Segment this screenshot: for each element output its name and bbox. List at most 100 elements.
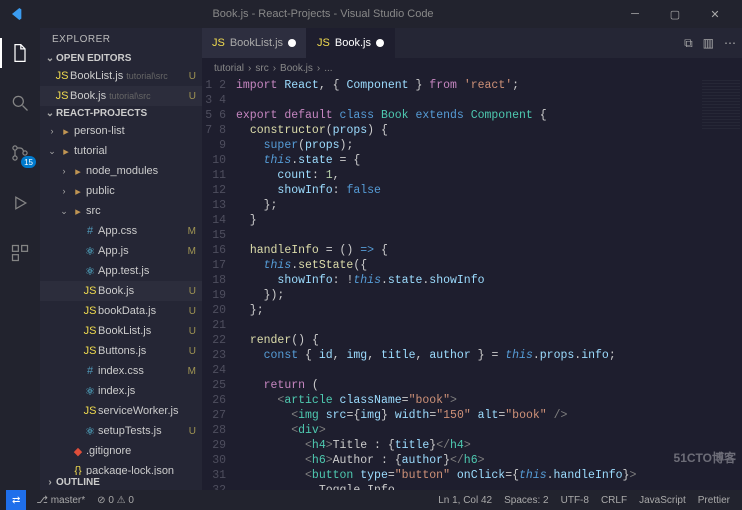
file-item[interactable]: JSButtons.jsU [40,341,202,361]
folder-item[interactable]: ⌄▸src [40,201,202,221]
compare-icon[interactable]: ⧉ [684,36,693,51]
encoding[interactable]: UTF-8 [555,495,595,506]
folder-item[interactable]: ›▸person-list [40,121,202,141]
code-content[interactable]: import React, { Component } from 'react'… [236,78,742,490]
open-editor-item[interactable]: JSBookList.js tutorial\srcU [40,66,202,86]
file-item[interactable]: ⚛index.js [40,381,202,401]
file-label: person-list [74,125,202,137]
file-item[interactable]: #index.cssM [40,361,202,381]
chevron-icon: ⌄ [58,206,70,217]
cursor-position[interactable]: Ln 1, Col 42 [432,495,498,506]
project-section[interactable]: ⌄ REACT-PROJECTS [40,106,202,121]
problems-indicator[interactable]: ⊘ 0 ⚠ 0 [91,495,140,506]
file-label: Book.js [98,285,189,297]
branch-indicator[interactable]: ⎇ master* [30,495,91,506]
window-title: Book.js - React-Projects - Visual Studio… [30,8,616,20]
vcs-tag: U [189,326,202,337]
prettier-status[interactable]: Prettier [692,495,736,506]
js-icon: JS [54,70,70,82]
react-icon: ⚛ [82,265,98,278]
js-icon: JS [212,37,225,49]
chevron-right-icon: › [44,477,56,488]
explorer-icon[interactable] [0,34,40,72]
chevron-right-icon: › [317,63,320,74]
vcs-tag: M [188,366,202,377]
file-item[interactable]: JSBookList.jsU [40,321,202,341]
titlebar: Book.js - React-Projects - Visual Studio… [0,0,742,28]
more-icon[interactable]: ⋯ [724,36,736,50]
folder-item[interactable]: ›▸public [40,181,202,201]
file-label: BookList.js [98,325,189,337]
remote-indicator[interactable]: ⇄ [6,490,26,510]
vcs-tag: U [189,71,202,82]
statusbar: ⇄ ⎇ master* ⊘ 0 ⚠ 0 Ln 1, Col 42 Spaces:… [0,490,742,510]
folder-icon: ▸ [70,185,86,198]
minimap[interactable] [702,80,740,130]
breadcrumb-item[interactable]: src [255,63,268,74]
file-label: Buttons.js [98,345,189,357]
editor-tab[interactable]: JS BookList.js [202,28,307,58]
file-item[interactable]: ⚛App.test.js [40,261,202,281]
chevron-right-icon: › [273,63,276,74]
file-label: src [86,205,202,217]
vscode-icon [8,6,24,22]
file-item[interactable]: {}package-lock.json [40,461,202,475]
editor-tabs: JS BookList.js JS Book.js ⧉ ▥ ⋯ [202,28,742,58]
file-label: public [86,185,202,197]
file-item[interactable]: JSserviceWorker.js [40,401,202,421]
eol[interactable]: CRLF [595,495,633,506]
js-icon: JS [82,325,98,337]
chevron-icon: › [58,166,70,176]
breadcrumb-item[interactable]: tutorial [214,63,244,74]
folder-item[interactable]: ⌄▸tutorial [40,141,202,161]
search-icon[interactable] [0,84,40,122]
outline-section[interactable]: › OUTLINE [40,475,202,490]
maximize-button[interactable]: ▢ [656,0,694,28]
breadcrumb-item[interactable]: Book.js [280,63,313,74]
source-control-icon[interactable]: 15 [0,134,40,172]
file-label: bookData.js [98,305,189,317]
file-label: App.css [98,225,188,237]
activitybar: 15 [0,28,40,490]
debug-icon[interactable] [0,184,40,222]
js-icon: JS [82,305,98,317]
file-item[interactable]: ◆.gitignore [40,441,202,461]
code-editor[interactable]: 1 2 3 4 5 6 7 8 9 10 11 12 13 14 15 16 1… [202,78,742,490]
css-icon: # [82,225,98,237]
file-item[interactable]: JSBook.jsU [40,281,202,301]
file-item[interactable]: JSbookData.jsU [40,301,202,321]
file-item[interactable]: ⚛setupTests.jsU [40,421,202,441]
tab-label: Book.js [335,37,371,49]
minimize-button[interactable]: ─ [616,0,654,28]
open-editors-section[interactable]: ⌄ OPEN EDITORS [40,51,202,66]
project-label: REACT-PROJECTS [56,108,147,119]
breadcrumb-item[interactable]: ... [324,63,332,74]
language-mode[interactable]: JavaScript [633,495,692,506]
tab-label: BookList.js [230,37,283,49]
vcs-tag: M [188,226,202,237]
open-editors-label: OPEN EDITORS [56,53,131,64]
chevron-icon: ⌄ [46,146,58,157]
folder-icon: ▸ [70,165,86,178]
file-label: Book.js tutorial\src [70,90,189,102]
split-icon[interactable]: ▥ [703,36,714,50]
js-icon: JS [317,37,330,49]
file-item[interactable]: ⚛App.jsM [40,241,202,261]
file-item[interactable]: #App.cssM [40,221,202,241]
chevron-icon: › [46,126,58,136]
file-label: tutorial [74,145,202,157]
file-label: setupTests.js [98,425,189,437]
breadcrumb[interactable]: tutorial›src›Book.js›... [202,58,742,78]
chevron-icon: › [58,186,70,196]
close-button[interactable]: ✕ [696,0,734,28]
extensions-icon[interactable] [0,234,40,272]
editor-tab[interactable]: JS Book.js [307,28,395,58]
file-label: node_modules [86,165,202,177]
file-label: .gitignore [86,445,202,457]
js-icon: JS [54,90,70,102]
open-editor-item[interactable]: JSBook.js tutorial\srcU [40,86,202,106]
chevron-down-icon: ⌄ [44,108,56,119]
indentation[interactable]: Spaces: 2 [498,495,554,506]
scm-badge: 15 [21,156,36,168]
folder-item[interactable]: ›▸node_modules [40,161,202,181]
